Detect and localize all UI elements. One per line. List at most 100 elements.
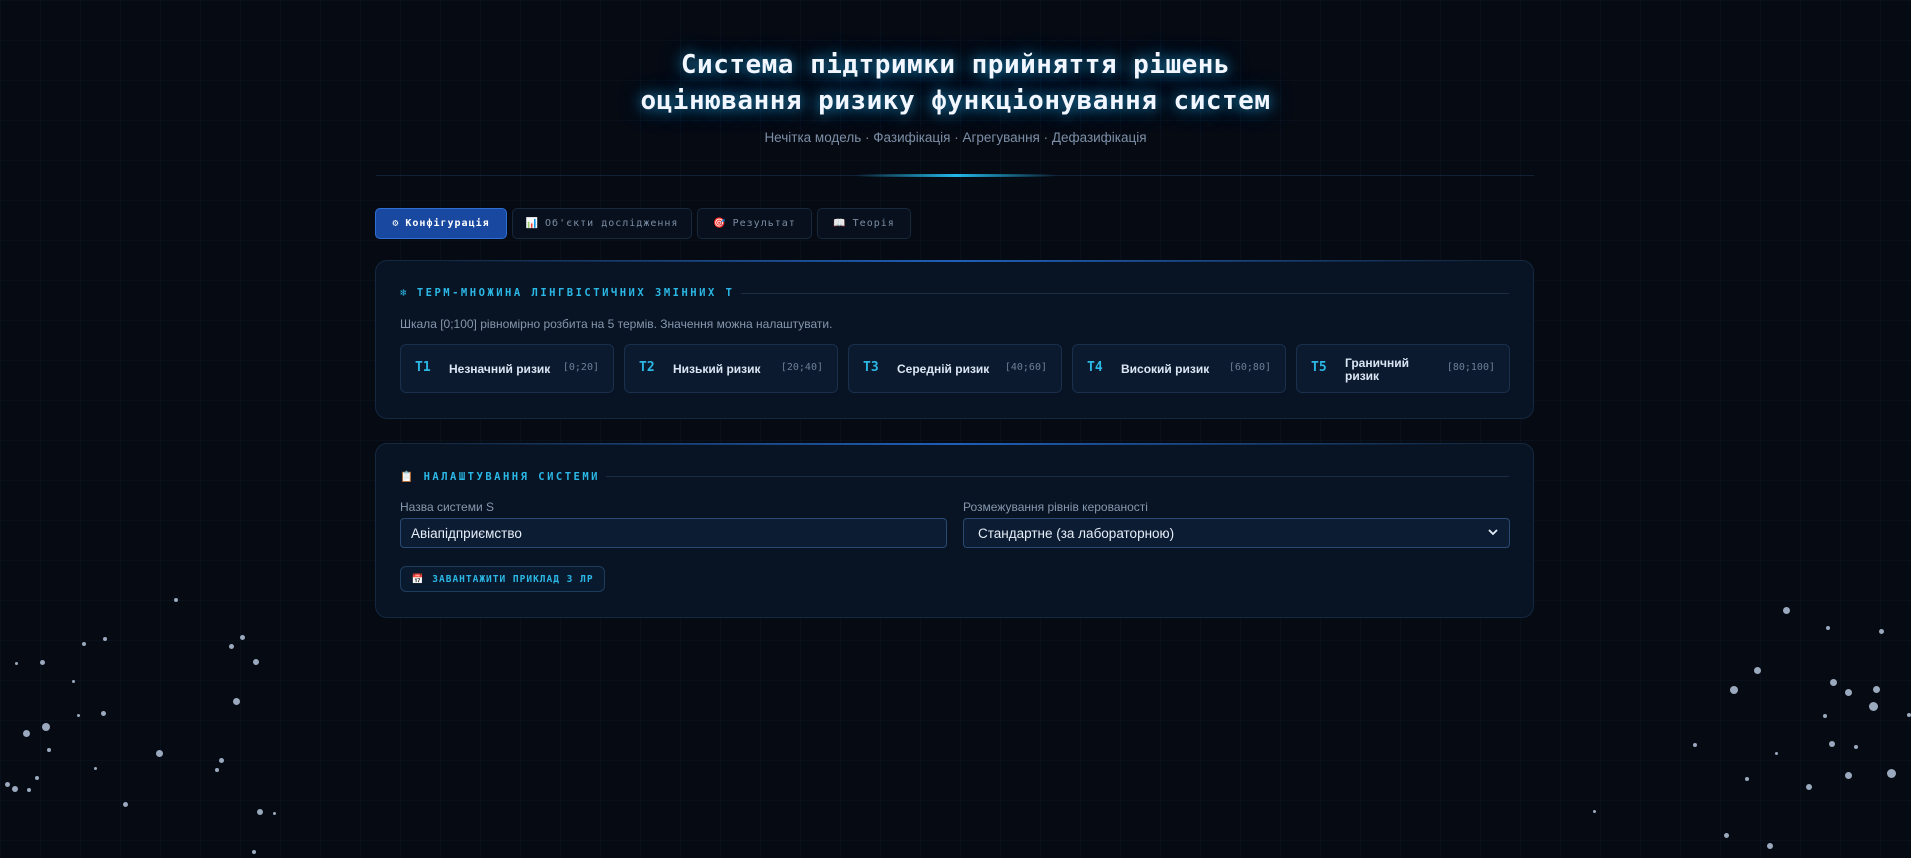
term-card[interactable]: T3 Середній ризик [40;60] [848,344,1062,393]
header-divider-glow [856,174,1056,177]
section-divider [606,476,1509,477]
snow-particle [40,660,45,665]
term-code: T5 [1311,360,1327,375]
term-name: Середній ризик [897,362,990,376]
page-subtitle: Нечітка модель · Фазифікація · Агрегуван… [764,130,1147,145]
term-code: T2 [639,360,655,375]
snow-particle [240,635,245,640]
snow-particle [1730,686,1738,694]
term-card[interactable]: T2 Низький ризик [20;40] [624,344,838,393]
snow-particle [1724,833,1729,838]
tab-label: Теорія [852,218,895,229]
book-icon: 📖 [833,218,847,229]
term-name: Низький ризик [673,362,761,376]
snow-particle [101,711,106,716]
snow-particle [23,730,30,737]
snow-particle [1754,667,1761,674]
snow-particle [15,662,18,665]
page-title-line-2: оцінювання ризику функціонування систем [640,86,1271,116]
settings-section-title: 📋 НАЛАШТУВАННЯ СИСТЕМИ [400,470,601,484]
snow-particle [1845,772,1852,779]
gear-icon: ⚙ [392,218,400,229]
target-icon: 🎯 [713,218,727,229]
tab-label: Результат [732,218,796,229]
tab-result[interactable]: 🎯 Результат [697,208,812,239]
term-card[interactable]: T5 Граничний ризик [80;100] [1296,344,1510,393]
snow-particle [1907,713,1911,717]
term-range: [20;40] [780,362,823,373]
snow-particle [47,748,51,752]
snow-particle [1767,843,1773,849]
snow-particle [94,767,97,770]
snow-particle [1830,679,1837,686]
term-card[interactable]: T4 Високий ризик [60;80] [1072,344,1286,393]
term-range: [60;80] [1228,362,1271,373]
snowflake-icon: ❄ [400,287,409,299]
snow-particle [215,768,219,772]
snow-particle [1845,689,1852,696]
snow-particle [72,680,75,683]
settings-section-heading: НАЛАШТУВАННЯ СИСТЕМИ [423,470,601,483]
snow-particle [1826,626,1830,630]
levels-select[interactable]: Стандартне (за лабораторною) [963,518,1510,548]
snow-particle [42,723,50,731]
snow-particle [257,809,263,815]
snow-particle [1806,784,1812,790]
system-name-value: Авіапідприємство [411,525,522,541]
snow-particle [1869,702,1878,711]
term-range: [0;20] [562,362,599,373]
snow-particle [252,850,256,854]
snow-particle [5,782,10,787]
snow-particle [1879,629,1884,634]
snow-particle [1887,769,1896,778]
tab-configuration[interactable]: ⚙ Конфігурація [375,208,507,239]
snow-particle [174,598,178,602]
snow-particle [273,812,276,815]
levels-selected-value: Стандартне (за лабораторною) [978,525,1175,541]
load-example-button[interactable]: 📅 ЗАВАНТАЖИТИ ПРИКЛАД З ЛР [400,566,605,592]
snow-particle [253,659,259,665]
term-code: T3 [863,360,879,375]
terms-panel: ❄ ТЕРМ-МНОЖИНА ЛІНГВІСТИЧНИХ ЗМІННИХ T Ш… [375,260,1534,419]
section-divider [741,293,1509,294]
tab-label: Об'єкти дослідження [545,218,679,229]
term-card[interactable]: T1 Незначний ризик [0;20] [400,344,614,393]
system-name-input[interactable]: Авіапідприємство [400,518,947,548]
tab-label: Конфігурація [405,218,490,229]
settings-panel: 📋 НАЛАШТУВАННЯ СИСТЕМИ Назва системи S А… [375,443,1534,618]
snow-particle [156,750,163,757]
calendar-icon: 📅 [411,573,425,585]
snow-particle [219,758,224,763]
snow-particle [1829,741,1835,747]
term-code: T4 [1087,360,1103,375]
snow-particle [1823,714,1827,718]
tab-research-objects[interactable]: 📊 Об'єкти дослідження [512,208,692,239]
snow-particle [233,698,240,705]
load-example-label: ЗАВАНТАЖИТИ ПРИКЛАД З ЛР [432,573,594,585]
terms-description: Шкала [0;100] рівномірно розбита на 5 те… [400,317,833,331]
term-range: [80;100] [1446,362,1495,373]
system-name-label: Назва системи S [400,500,494,514]
chevron-down-icon [1488,529,1498,536]
term-name: Високий ризик [1121,362,1210,376]
terms-section-heading: ТЕРМ-МНОЖИНА ЛІНГВІСТИЧНИХ ЗМІННИХ T [416,287,735,299]
snow-particle [27,788,31,792]
term-name: Незначний ризик [449,362,551,376]
snow-particle [12,786,18,792]
term-name: Граничний ризик [1345,355,1409,383]
snow-particle [1775,752,1778,755]
snow-particle [1854,745,1858,749]
snow-particle [1693,743,1697,747]
snow-particle [229,644,234,649]
snow-particle [1783,607,1790,614]
tab-theory[interactable]: 📖 Теорія [817,208,911,239]
terms-section-title: ❄ ТЕРМ-МНОЖИНА ЛІНГВІСТИЧНИХ ЗМІННИХ T [400,287,734,299]
snow-particle [1593,810,1596,813]
snow-particle [1873,686,1880,693]
term-code: T1 [415,360,431,375]
snow-particle [35,776,39,780]
levels-label: Розмежування рівнів керованості [963,500,1148,514]
clipboard-icon: 📋 [400,471,416,483]
snow-particle [1745,777,1749,781]
snow-particle [103,637,107,641]
